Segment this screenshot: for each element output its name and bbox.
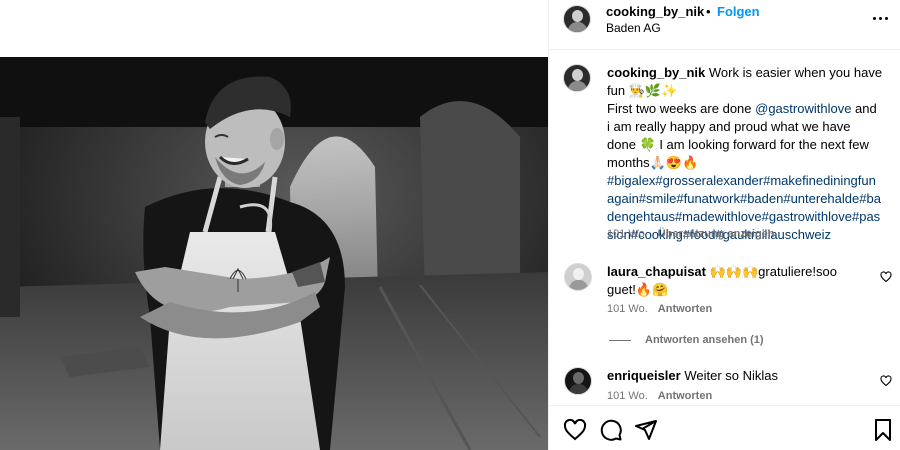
comments-list[interactable]: cooking_by_nik Work is easier when you h…	[549, 51, 900, 404]
reply-button[interactable]: Antworten	[658, 303, 712, 315]
header-separator: •	[706, 4, 711, 19]
heart-icon[interactable]	[880, 271, 892, 283]
caption-meta: 101 Wo. Übersetzung anzeigen	[607, 228, 775, 240]
follow-button[interactable]: Folgen	[717, 4, 760, 19]
post-header: cooking_by_nik • Folgen Baden AG	[549, 0, 900, 50]
post-frame: cooking_by_nik • Folgen Baden AG cooking…	[0, 0, 900, 450]
chef-photo	[0, 57, 548, 450]
avatar[interactable]	[564, 263, 592, 291]
post-side-panel: cooking_by_nik • Folgen Baden AG cooking…	[548, 0, 900, 450]
comment-meta: 101 Wo. Antworten	[607, 303, 712, 315]
caption-username[interactable]: cooking_by_nik	[607, 65, 705, 80]
heart-icon[interactable]	[880, 375, 892, 387]
header-username[interactable]: cooking_by_nik	[606, 4, 704, 19]
comment-meta: 101 Wo. Antworten	[607, 390, 712, 402]
avatar[interactable]	[564, 367, 592, 395]
translate-button[interactable]: Übersetzung anzeigen	[658, 228, 775, 240]
location-link[interactable]: Baden AG	[606, 21, 661, 35]
comment-icon[interactable]	[599, 418, 623, 442]
view-replies-button[interactable]: Antworten ansehen (1)	[609, 334, 764, 346]
reply-button[interactable]: Antworten	[658, 390, 712, 402]
heart-icon[interactable]	[563, 418, 587, 442]
comment-item: enriqueisler Weiter so Niklas	[607, 367, 857, 385]
avatar[interactable]	[563, 64, 591, 92]
share-icon[interactable]	[634, 418, 658, 442]
action-bar	[549, 405, 900, 450]
post-photo[interactable]	[0, 0, 548, 450]
comment-age: 101 Wo.	[607, 390, 648, 402]
view-replies-label: Antworten ansehen (1)	[645, 334, 764, 346]
comment-item: laura_chapuisat 🙌🙌🙌gratuliere!soo guet!🔥…	[607, 263, 857, 299]
comment-age: 101 Wo.	[607, 303, 648, 315]
bookmark-icon[interactable]	[871, 418, 895, 442]
replies-divider	[609, 339, 631, 341]
comment-body: Weiter so Niklas	[684, 368, 779, 383]
avatar[interactable]	[563, 5, 591, 33]
comment-username[interactable]: laura_chapuisat	[607, 264, 706, 279]
mention-link[interactable]: @gastrowithlove	[755, 101, 851, 116]
comment-username[interactable]: enriqueisler	[607, 368, 681, 383]
photo-image	[0, 57, 548, 450]
caption-line2-pre: First two weeks are done	[607, 101, 756, 116]
caption-age: 101 Wo.	[607, 228, 648, 240]
more-horizontal-icon[interactable]	[871, 10, 891, 26]
caption-text: cooking_by_nik Work is easier when you h…	[607, 64, 883, 244]
